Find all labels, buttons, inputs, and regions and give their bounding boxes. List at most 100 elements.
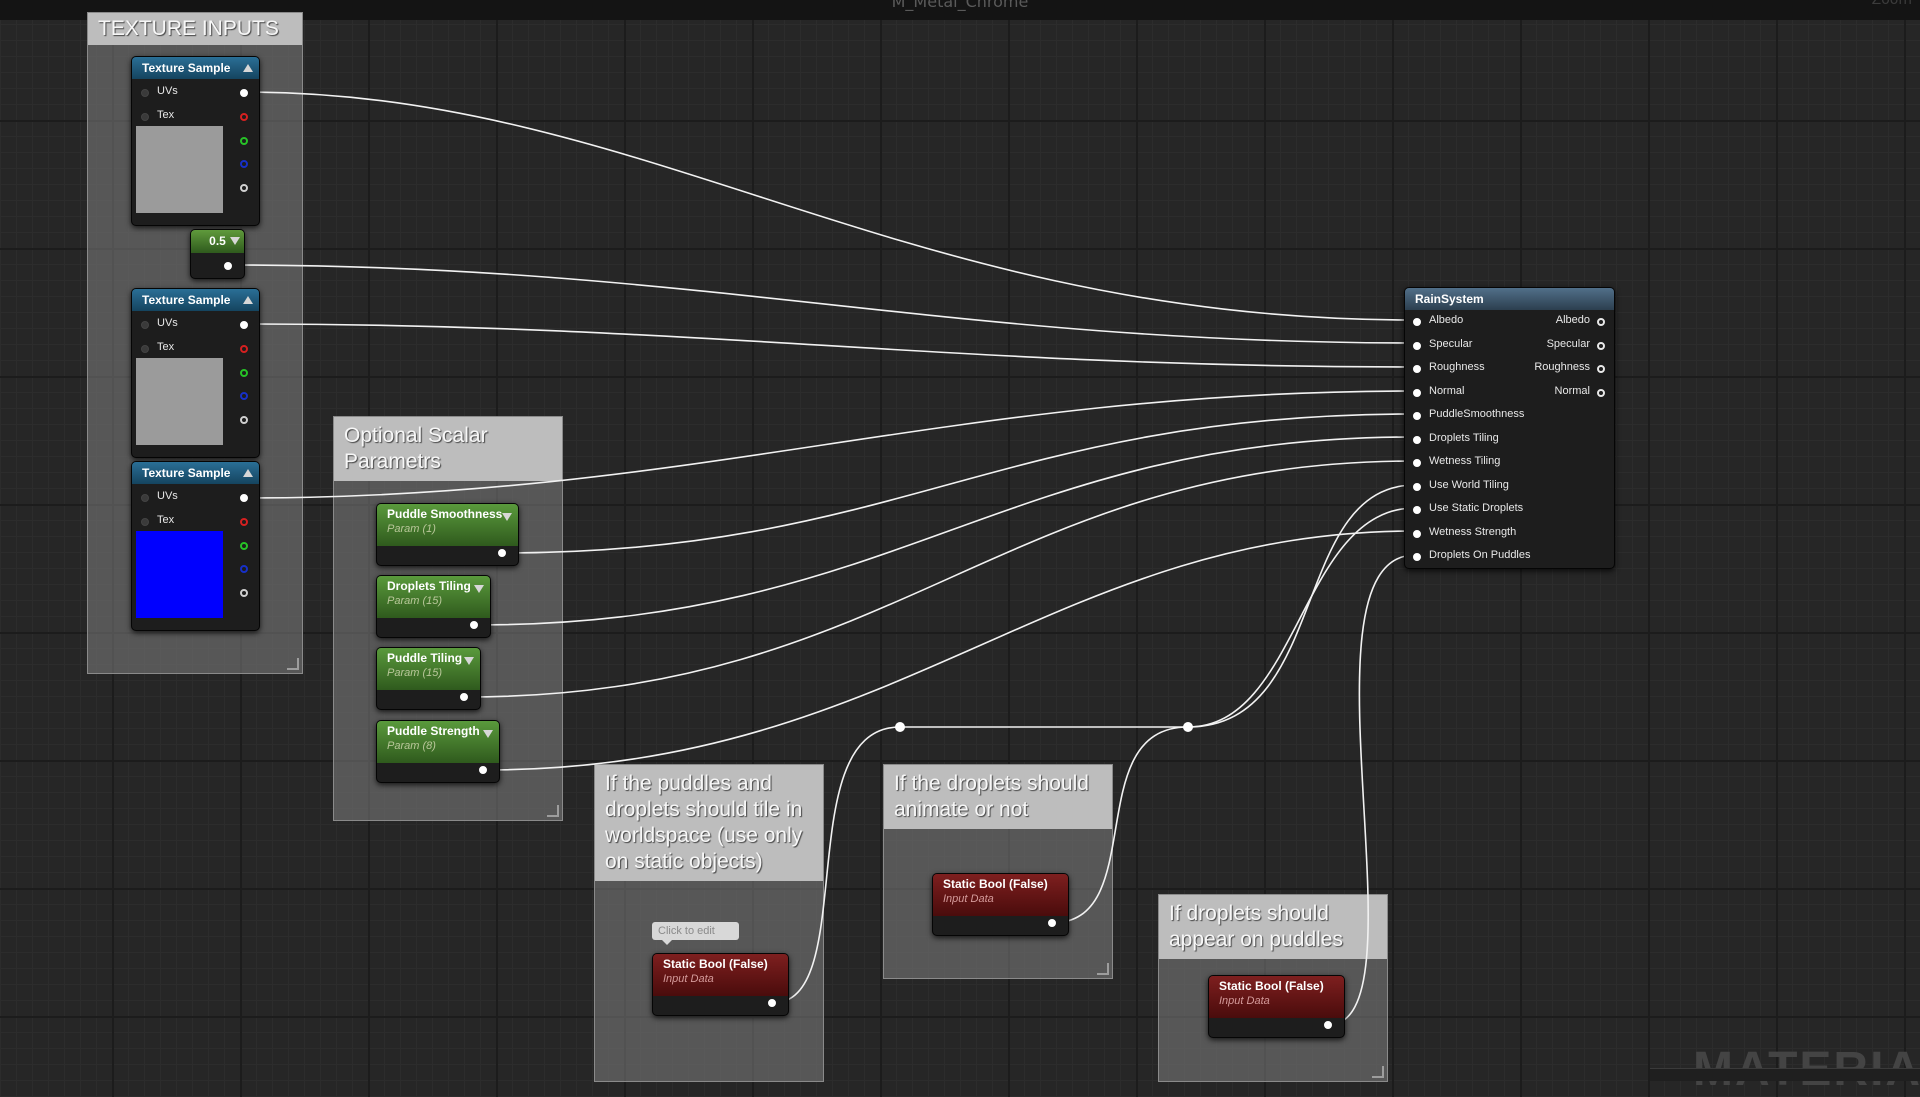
wire-droplets-on-puddles (1327, 554, 1416, 1026)
click-to-edit-tag[interactable]: Click to edit (652, 922, 739, 945)
node-header[interactable]: Static Bool (False) Input Data (1209, 976, 1344, 1018)
output-pin-specular[interactable] (1597, 341, 1605, 350)
input-pin-droplets-on-puddles[interactable] (1413, 553, 1421, 561)
scalar-param-node[interactable]: Droplets Tiling Param (15) (376, 575, 491, 638)
uvs-input-pin[interactable] (141, 89, 149, 97)
b-output-pin[interactable] (240, 565, 248, 573)
a-output-pin[interactable] (240, 416, 248, 424)
texture-sample-node[interactable]: Texture Sample UVs Tex (131, 56, 260, 226)
r-output-pin[interactable] (240, 345, 248, 353)
scalar-param-node[interactable]: Puddle Strength Param (8) (376, 720, 500, 783)
node-subtitle: Input Data (943, 893, 994, 905)
input-label: Normal (1429, 384, 1465, 397)
wire-wetness-strength (483, 530, 1416, 771)
bool-output-pin[interactable] (1048, 919, 1056, 927)
node-header[interactable]: Puddle Smoothness Param (1) (377, 504, 518, 546)
param-default: Param (8) (387, 740, 436, 752)
collapse-arrow-icon[interactable] (243, 296, 253, 304)
dropdown-arrow-icon[interactable] (474, 585, 484, 593)
rgb-output-pin[interactable] (240, 321, 248, 329)
a-output-pin[interactable] (240, 184, 248, 192)
node-header[interactable]: 0.5 (191, 230, 244, 253)
node-header[interactable]: Puddle Strength Param (8) (377, 721, 499, 763)
input-pin-albedo[interactable] (1413, 318, 1421, 326)
tex-input-pin[interactable] (141, 518, 149, 526)
value-output-pin[interactable] (498, 549, 506, 557)
param-name: Puddle Smoothness (387, 507, 503, 521)
tex-input-pin[interactable] (141, 345, 149, 353)
node-header[interactable]: Static Bool (False) Input Data (653, 954, 788, 996)
rain-system-node[interactable]: RainSystem Albedo Specular Roughness Normal… (1404, 287, 1615, 569)
output-pin-roughness[interactable] (1597, 365, 1605, 373)
input-pin-droplets-tiling[interactable] (1413, 435, 1421, 444)
node-header[interactable]: Texture Sample (132, 289, 259, 311)
output-label: Roughness (1534, 361, 1590, 373)
value-output-pin[interactable] (479, 766, 487, 774)
node-header[interactable]: Static Bool (False) Input Data (933, 874, 1068, 916)
node-header[interactable]: Texture Sample (132, 462, 259, 484)
input-pin-roughness[interactable] (1413, 365, 1421, 373)
input-pin-wetness-tiling[interactable] (1413, 459, 1421, 467)
b-output-pin[interactable] (240, 160, 248, 168)
output-pin-albedo[interactable] (1597, 318, 1605, 326)
dropdown-arrow-icon[interactable] (483, 730, 493, 738)
collapse-arrow-icon[interactable] (243, 64, 253, 72)
r-output-pin[interactable] (240, 113, 248, 121)
dropdown-arrow-icon[interactable] (464, 657, 474, 665)
input-pin-wetness-strength[interactable] (1413, 529, 1421, 538)
static-bool-node[interactable]: Static Bool (False) Input Data (1208, 975, 1345, 1038)
value-output-pin[interactable] (460, 693, 468, 701)
static-bool-node[interactable]: Static Bool (False) Input Data (652, 953, 789, 1016)
uvs-input-pin[interactable] (141, 494, 149, 502)
input-label: Use World Tiling (1429, 478, 1509, 491)
dropdown-arrow-icon[interactable] (502, 513, 512, 521)
rgb-output-pin[interactable] (240, 89, 248, 97)
param-name: Puddle Tiling (387, 651, 463, 665)
input-label: Specular (1429, 337, 1473, 350)
a-output-pin[interactable] (240, 589, 248, 597)
node-header[interactable]: Texture Sample (132, 57, 259, 79)
node-header[interactable]: Puddle Tiling Param (15) (377, 648, 480, 690)
pin-label: Tex (157, 109, 175, 121)
bool-output-pin[interactable] (1324, 1021, 1332, 1029)
wire-roughness (243, 323, 1416, 368)
collapse-arrow-icon[interactable] (243, 469, 253, 477)
g-output-pin[interactable] (240, 542, 248, 550)
reroute-node (1183, 722, 1193, 732)
value-output-pin[interactable] (470, 621, 478, 629)
scalar-param-node[interactable]: Puddle Smoothness Param (1) (376, 503, 519, 566)
pin-label: UVs (157, 490, 178, 502)
r-output-pin[interactable] (240, 518, 248, 526)
g-output-pin[interactable] (240, 137, 248, 145)
g-output-pin[interactable] (240, 369, 248, 377)
scalar-param-node[interactable]: Puddle Tiling Param (15) (376, 647, 481, 710)
input-label: Albedo (1429, 314, 1464, 326)
rgb-output-pin[interactable] (240, 494, 248, 502)
b-output-pin[interactable] (240, 392, 248, 400)
static-bool-node[interactable]: Static Bool (False) Input Data (932, 873, 1069, 936)
output-pin-normal[interactable] (1597, 388, 1605, 397)
texture-sample-node[interactable]: Texture Sample UVs Tex (131, 461, 260, 631)
uvs-input-pin[interactable] (141, 321, 149, 329)
constant-node[interactable]: 0.5 (190, 229, 245, 279)
tex-input-pin[interactable] (141, 113, 149, 121)
input-pin-puddlesmoothness[interactable] (1413, 412, 1421, 420)
texture-sample-node[interactable]: Texture Sample UVs Tex (131, 288, 260, 458)
node-header[interactable]: Droplets Tiling Param (15) (377, 576, 490, 618)
reroute-node (895, 722, 905, 732)
input-pin-use-static-droplets[interactable] (1413, 506, 1421, 514)
input-label: PuddleSmoothness (1429, 408, 1525, 420)
node-header[interactable]: RainSystem (1405, 288, 1614, 310)
wire-droplets-tiling (474, 436, 1416, 626)
node-title: Texture Sample (142, 466, 231, 480)
input-pin-specular[interactable] (1413, 341, 1421, 350)
node-title: Static Bool (False) (943, 877, 1048, 891)
bool-output-pin[interactable] (768, 999, 776, 1007)
value-output-pin[interactable] (224, 262, 232, 270)
tag-text: Click to edit (658, 925, 715, 937)
input-pin-use-world-tiling[interactable] (1413, 482, 1421, 491)
status-bar (1650, 1068, 1920, 1081)
wire-albedo (243, 91, 1416, 321)
dropdown-arrow-icon[interactable] (230, 237, 240, 245)
input-pin-normal[interactable] (1413, 388, 1421, 397)
